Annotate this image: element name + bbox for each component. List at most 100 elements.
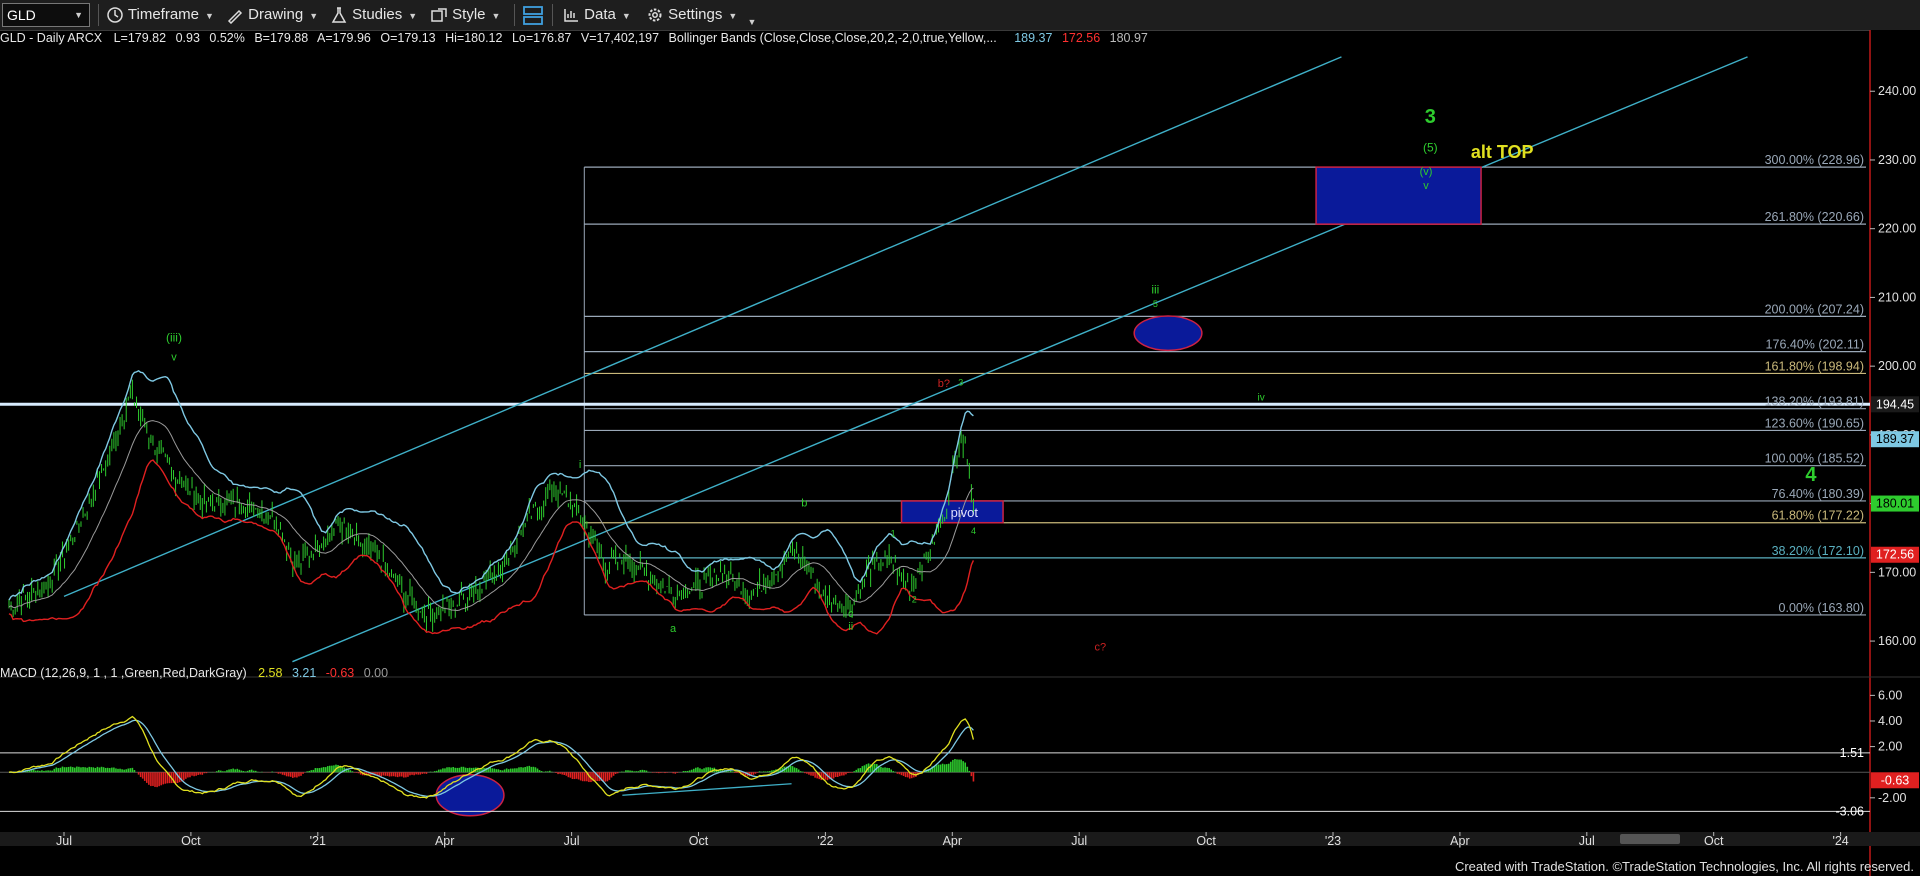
- net-change: 0.93: [175, 31, 200, 45]
- bollinger-lower-line: [8, 459, 975, 635]
- fib-label: 200.00% (207.24): [1765, 302, 1864, 316]
- settings-label: Settings: [668, 6, 723, 23]
- chevron-down-icon: ▼: [309, 11, 319, 21]
- chevron-down-icon: ▼: [491, 11, 501, 21]
- data-icon: [564, 9, 578, 22]
- toolbar-divider: [514, 4, 515, 26]
- price-tick-label: 240.00: [1878, 84, 1916, 98]
- bollinger-upper: 189.37: [1014, 31, 1053, 45]
- wave-label: c?: [1095, 642, 1107, 654]
- time-tick-label: '23: [1325, 834, 1341, 848]
- price-tag-label: 189.37: [1876, 432, 1914, 446]
- symbol-input[interactable]: GLD ▼: [2, 3, 90, 27]
- wave-label: 2: [912, 595, 917, 605]
- bollinger-mid-line: [8, 420, 974, 612]
- macd-tag-label: 1.51: [1840, 746, 1864, 760]
- time-tick-label: Oct: [1196, 834, 1216, 848]
- toolbar-divider: [98, 4, 99, 26]
- data-button[interactable]: Data ▼: [562, 0, 631, 30]
- time-tick-label: Jul: [564, 834, 580, 848]
- gear-icon: [648, 8, 662, 22]
- time-tick-label: Jul: [56, 834, 72, 848]
- timeframe-label: Timeframe: [127, 6, 200, 23]
- fib-label: 300.00% (228.96): [1765, 153, 1864, 167]
- time-tick-label: Apr: [943, 834, 962, 848]
- chevron-down-icon: ▼: [74, 10, 83, 20]
- studies-button[interactable]: Studies ▼: [330, 0, 417, 30]
- fib-label: 76.40% (180.39): [1772, 487, 1864, 501]
- price-bars: [8, 379, 974, 632]
- style-button[interactable]: Style ▼: [430, 0, 500, 30]
- wave-label: b?: [938, 378, 950, 390]
- high-price: Hi=180.12: [445, 31, 503, 45]
- bollinger-mid: 180.97: [1109, 31, 1148, 45]
- chevron-down-icon: ▼: [205, 11, 214, 21]
- fib-label: 161.80% (198.94): [1765, 359, 1864, 373]
- wave-label: alt TOP: [1471, 142, 1534, 162]
- time-tick-label: '24: [1832, 834, 1848, 848]
- wave-label: i: [579, 459, 581, 471]
- time-tick-label: '21: [310, 834, 326, 848]
- box-label: pivot: [951, 505, 979, 520]
- macd-tick-label: 4.00: [1878, 714, 1902, 728]
- macd-zero: 0.00: [363, 666, 389, 680]
- bid-price: B=179.88: [254, 31, 309, 45]
- wave-label: 3: [1425, 106, 1436, 128]
- wave-label: c: [848, 608, 854, 620]
- flask-icon: [331, 7, 347, 23]
- last-price: L=179.82: [113, 31, 167, 45]
- target-box: [1315, 166, 1482, 225]
- price-tag-label: 194.45: [1876, 397, 1914, 411]
- layout-button[interactable]: [522, 0, 544, 30]
- price-tick-label: 200.00: [1878, 359, 1916, 373]
- time-tick-label: Jul: [1071, 834, 1087, 848]
- fib-label: 61.80% (177.22): [1772, 509, 1864, 523]
- target-ellipse: [1133, 315, 1203, 352]
- macd-signal: 3.21: [291, 666, 317, 680]
- settings-button[interactable]: Settings ▼ ▼: [646, 0, 756, 30]
- wave-label: (5): [1423, 141, 1438, 155]
- style-label: Style: [452, 6, 486, 23]
- wave-label: v: [1423, 180, 1429, 192]
- status-line: GLD - Daily ARCX L=179.82 0.93 0.52% B=1…: [0, 31, 1154, 47]
- fib-label: 176.40% (202.11): [1766, 338, 1864, 352]
- fib-label: 38.20% (172.10): [1772, 544, 1864, 558]
- wave-label: iv: [1257, 393, 1264, 404]
- macd-status-line: MACD (12,26,9, 1 , 1 ,Green,Red,DarkGray…: [0, 666, 394, 680]
- macd-value: 2.58: [258, 666, 283, 680]
- style-icon: [431, 8, 447, 22]
- ask-price: A=179.96: [317, 31, 371, 45]
- wave-label: iii: [1151, 282, 1159, 296]
- wave-label: 4: [1805, 464, 1817, 486]
- volume: V=17,402,197: [580, 31, 660, 45]
- price-chart[interactable]: 300.00% (228.96) 261.80% (220.66) 200.00% …: [0, 30, 1920, 876]
- wave-label: (iii): [166, 330, 182, 344]
- chevron-down-icon: ▼: [747, 17, 757, 27]
- price-tick-label: 160.00: [1878, 634, 1916, 648]
- price-tick-label: 170.00: [1878, 565, 1916, 579]
- macd-tick-label: -2.00: [1878, 791, 1907, 805]
- scroll-thumb[interactable]: [1620, 834, 1680, 844]
- macd-histogram: -0.63: [325, 666, 355, 680]
- timeframe-button[interactable]: Timeframe ▼: [106, 0, 214, 30]
- pencil-icon: [227, 9, 243, 25]
- price-tick-label: 230.00: [1878, 153, 1916, 167]
- percent-change: 0.52%: [209, 31, 245, 45]
- macd-tag-label: -0.63: [1881, 773, 1910, 787]
- wave-label: a: [670, 623, 677, 635]
- macd-label: MACD (12,26,9, 1 , 1 ,Green,Red,DarkGray…: [0, 666, 247, 680]
- fib-label: 138.20% (193.81): [1765, 395, 1864, 409]
- wave-label: 5: [1153, 299, 1158, 309]
- time-tick-label: '22: [817, 834, 833, 848]
- toolbar-divider: [552, 4, 553, 26]
- bollinger-lower: 172.56: [1061, 31, 1101, 45]
- drawing-button[interactable]: Drawing ▼: [226, 0, 318, 30]
- wave-label: 1: [891, 529, 896, 539]
- low-price: Lo=176.87: [511, 31, 572, 45]
- time-tick-label: Oct: [689, 834, 709, 848]
- studies-label: Studies: [352, 6, 403, 23]
- clock-icon: [107, 7, 123, 23]
- macd-tag-label: -3.06: [1836, 804, 1865, 818]
- bollinger-label: Bollinger Bands (Close,Close,Close,20,2,…: [668, 31, 997, 45]
- price-tag-label: 180.01: [1876, 497, 1914, 511]
